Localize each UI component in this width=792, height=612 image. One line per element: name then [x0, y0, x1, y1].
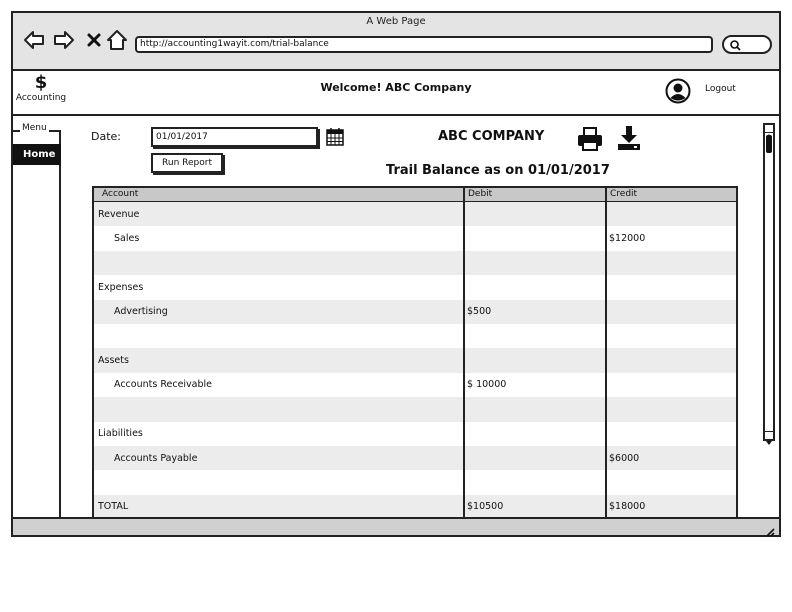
- table-row[interactable]: [94, 397, 736, 422]
- cell-account: Sales: [114, 233, 140, 245]
- cell-debit: $ 10000: [463, 372, 605, 398]
- date-label: Date:: [91, 130, 121, 143]
- scroll-up-arrow[interactable]: [765, 125, 773, 138]
- cell-debit: [463, 421, 605, 446]
- table-body: Revenue Sales $12000 Expenses Advertising $50…: [94, 202, 736, 517]
- cell-debit: $500: [463, 299, 605, 324]
- cell-debit: [463, 250, 605, 276]
- cell-account: Advertising: [114, 306, 168, 318]
- close-icon[interactable]: [83, 29, 105, 51]
- resize-grip-icon[interactable]: [763, 522, 775, 541]
- cell-account: Revenue: [98, 208, 140, 220]
- download-icon[interactable]: [617, 125, 641, 155]
- table-row[interactable]: Accounts Payable $6000: [94, 445, 736, 471]
- cell-account: Accounts Payable: [114, 452, 198, 464]
- cell-credit: $18000: [605, 494, 736, 517]
- cell-account: Expenses: [98, 281, 144, 293]
- side-menu: Menu Home: [13, 123, 61, 517]
- cell-debit: [463, 470, 605, 495]
- cell-account: TOTAL: [98, 501, 129, 513]
- cell-credit: [605, 348, 736, 373]
- cell-debit: [463, 397, 605, 422]
- cell-credit: [605, 202, 736, 227]
- table-row[interactable]: TOTAL $10500 $18000: [94, 494, 736, 517]
- browser-search[interactable]: [722, 35, 772, 54]
- cell-credit: $12000: [605, 226, 736, 251]
- cell-credit: $6000: [605, 445, 736, 471]
- scroll-thumb[interactable]: [766, 135, 772, 153]
- cell-credit: [605, 250, 736, 276]
- table-header: Account Debit Credit: [94, 188, 736, 202]
- cell-account: Accounts Receivable: [114, 379, 213, 391]
- cell-debit: [463, 275, 605, 300]
- report-title: Trail Balance as on 01/01/2017: [386, 163, 610, 178]
- scroll-down-arrow[interactable]: [765, 431, 773, 445]
- cell-credit: [605, 323, 736, 349]
- url-bar[interactable]: http://accounting1wayit.com/trial-balanc…: [135, 36, 713, 53]
- cell-debit: [463, 323, 605, 349]
- cell-debit: $10500: [463, 494, 605, 517]
- app-header: $ Accounting Welcome! ABC Company Logout: [13, 71, 779, 116]
- cell-debit: [463, 226, 605, 251]
- menu-item-home[interactable]: Home: [13, 144, 61, 165]
- cell-credit: [605, 372, 736, 398]
- table-row[interactable]: Liabilities: [94, 421, 736, 446]
- back-icon[interactable]: [23, 29, 45, 51]
- browser-window: A Web Page http://accounting1wayit.com/t…: [11, 11, 781, 537]
- table-row[interactable]: [94, 470, 736, 495]
- table-row[interactable]: Revenue: [94, 202, 736, 227]
- date-input[interactable]: 01/01/2017: [151, 127, 318, 147]
- cell-credit: [605, 470, 736, 495]
- header-account[interactable]: Account: [94, 188, 463, 201]
- cell-account: Assets: [98, 355, 129, 367]
- cell-credit: [605, 299, 736, 324]
- cell-debit: [463, 202, 605, 227]
- status-bar: [13, 517, 779, 537]
- table-row[interactable]: Assets: [94, 348, 736, 373]
- print-icon[interactable]: [577, 127, 603, 155]
- cell-credit: [605, 275, 736, 300]
- cell-debit: [463, 445, 605, 471]
- header-debit[interactable]: Debit: [463, 188, 605, 201]
- home-icon[interactable]: [106, 29, 128, 51]
- cell-credit: [605, 397, 736, 422]
- table-row[interactable]: Sales $12000: [94, 226, 736, 251]
- search-icon: [730, 40, 741, 51]
- table-row[interactable]: Expenses: [94, 275, 736, 300]
- table-row[interactable]: [94, 323, 736, 349]
- logo-text: Accounting: [15, 93, 67, 103]
- calendar-icon[interactable]: [326, 128, 344, 150]
- cell-debit: [463, 348, 605, 373]
- forward-icon[interactable]: [53, 29, 75, 51]
- logout-link[interactable]: Logout: [705, 84, 736, 94]
- cell-account: Liabilities: [98, 428, 143, 440]
- table-row[interactable]: Accounts Receivable $ 10000: [94, 372, 736, 398]
- vertical-scrollbar[interactable]: [763, 123, 775, 445]
- menu-label: Menu: [20, 123, 49, 133]
- header-credit[interactable]: Credit: [605, 188, 736, 201]
- window-title: A Web Page: [366, 16, 426, 27]
- table-row[interactable]: [94, 250, 736, 276]
- trial-balance-table: Account Debit Credit Revenue Sales $12000 E…: [92, 186, 738, 517]
- cell-credit: [605, 421, 736, 446]
- company-name: ABC COMPANY: [438, 129, 545, 144]
- user-icon[interactable]: [665, 78, 691, 104]
- run-report-button[interactable]: Run Report: [151, 153, 223, 173]
- table-row[interactable]: Advertising $500: [94, 299, 736, 324]
- browser-chrome: A Web Page http://accounting1wayit.com/t…: [13, 13, 779, 71]
